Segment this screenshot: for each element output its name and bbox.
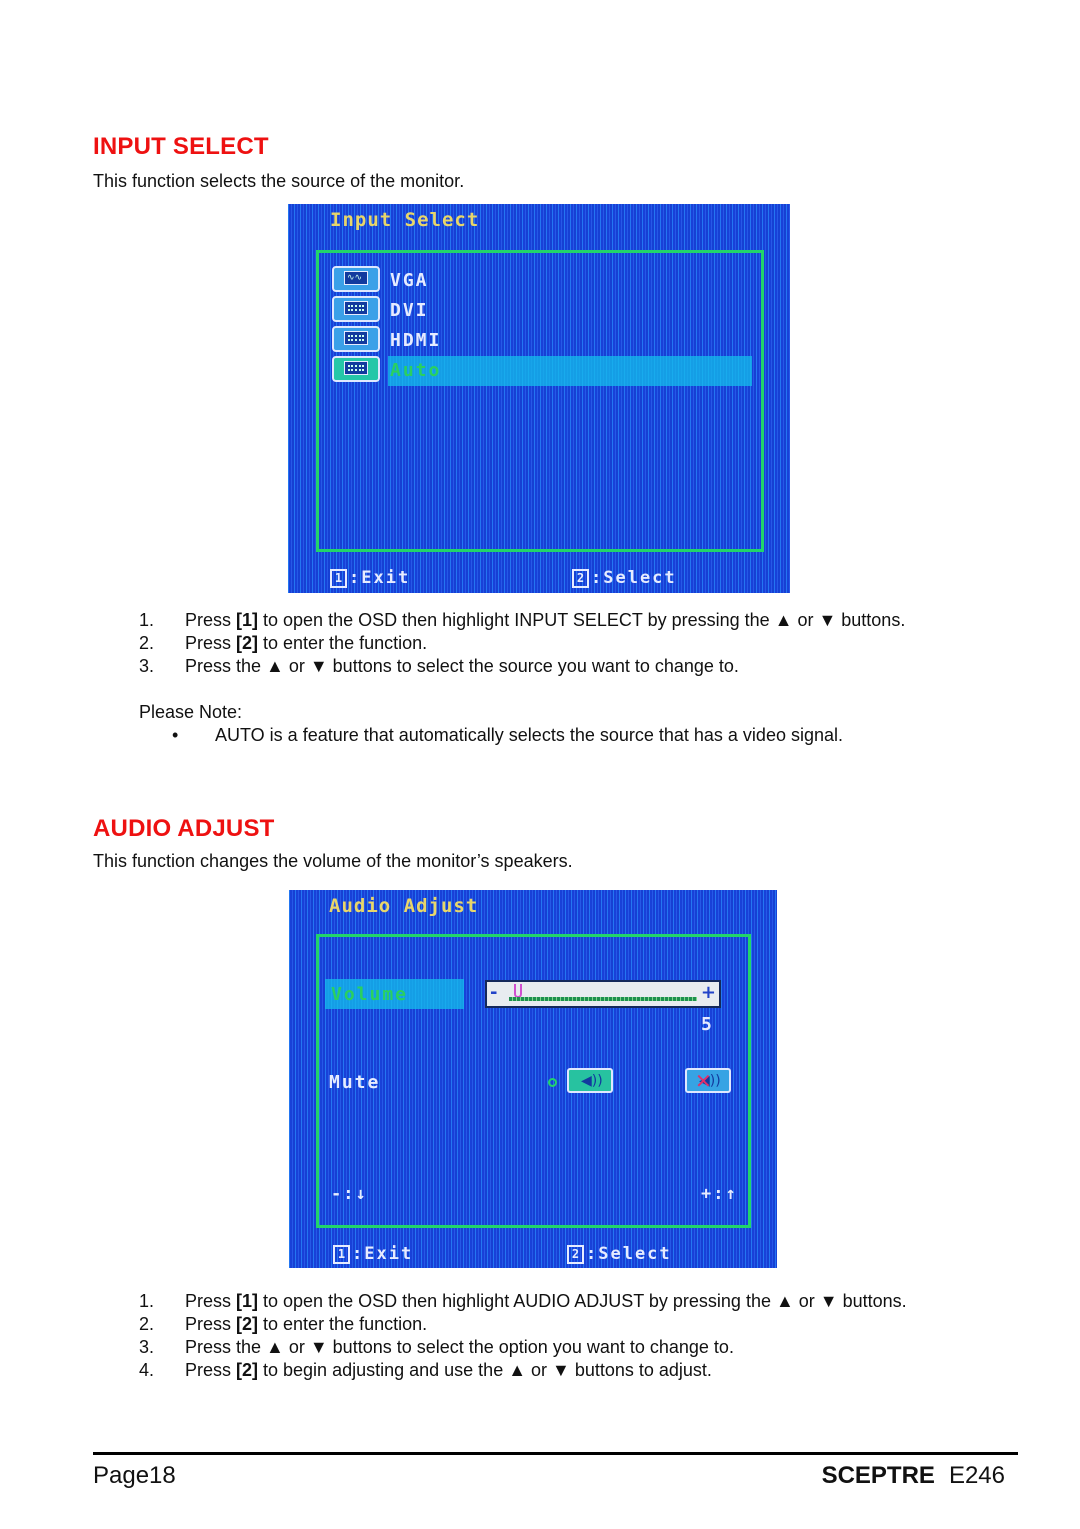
- footer-brand-model: SCEPTRE E246: [822, 1462, 1005, 1490]
- osd-frame: [316, 250, 764, 552]
- volume-value: 5: [701, 1014, 714, 1035]
- note-label: Please Note:: [139, 702, 243, 722]
- osd-select-hint: 2:Select: [572, 568, 677, 588]
- step-item: 2. Press [2] to enter the function.: [139, 1314, 428, 1334]
- note-bullet: •: [172, 725, 179, 745]
- step-item: 1. Press [1] to open the OSD then highlig…: [139, 610, 906, 630]
- osd-title: Audio Adjust: [329, 895, 479, 917]
- auto-monitor-icon: [332, 356, 380, 382]
- osd-option-auto: Auto: [390, 360, 442, 381]
- osd-option-hdmi: HDMI: [390, 330, 442, 351]
- audio-adjust-intro: This function changes the volume of the …: [93, 851, 573, 871]
- volume-minus-icon: -: [490, 982, 498, 1003]
- audio-adjust-steps: 1. Press [1] to open the OSD then highlig…: [139, 1290, 907, 1382]
- brand-name: SCEPTRE: [821, 1462, 935, 1489]
- speaker-on-icon: ◀)): [567, 1068, 613, 1093]
- volume-slider-thumb: [514, 984, 523, 998]
- select-label: :Select: [591, 568, 677, 588]
- step-item: 4. Press [2] to begin adjusting and use t…: [139, 1360, 712, 1380]
- exit-label: :Exit: [349, 568, 411, 588]
- osd-option-dvi: DVI: [390, 300, 429, 321]
- speaker-muted-icon: ◀)) ✕: [685, 1068, 731, 1093]
- mute-label: Mute: [329, 1072, 381, 1093]
- audio-adjust-osd-screenshot: Audio Adjust Volume - + 5 Mute ◀)) ◀)) ✕ …: [289, 890, 777, 1268]
- page-number: Page18: [93, 1462, 176, 1489]
- model-name: E246: [948, 1462, 1005, 1489]
- osd-exit-hint: 1:Exit: [333, 1244, 413, 1264]
- key-1-icon: 1: [333, 1245, 350, 1264]
- audio-adjust-heading: AUDIO ADJUST: [93, 815, 275, 842]
- osd-exit-hint: 1:Exit: [330, 568, 410, 588]
- input-select-intro: This function selects the source of the …: [93, 171, 465, 191]
- note-text: AUTO is a feature that automatically sel…: [215, 725, 843, 745]
- osd-selection-highlight: [388, 356, 752, 386]
- hdmi-monitor-icon: [332, 326, 380, 352]
- volume-slider: - +: [485, 980, 721, 1008]
- step-item: 3. Press the ▲ or ▼ buttons to select the…: [139, 1337, 734, 1357]
- osd-option-vga: VGA: [390, 270, 429, 291]
- footer-divider: [93, 1452, 1018, 1455]
- volume-label: Volume: [331, 984, 409, 1005]
- input-select-heading: INPUT SELECT: [93, 133, 269, 160]
- select-label: :Select: [586, 1244, 672, 1264]
- key-2-icon: 2: [567, 1245, 584, 1264]
- input-select-osd-screenshot: Input Select ∿∿ VGA DVI HDMI Auto 1:Exit…: [288, 204, 790, 593]
- volume-down-hint: -:↓: [331, 1184, 368, 1204]
- exit-label: :Exit: [352, 1244, 414, 1264]
- key-1-icon: 1: [330, 569, 347, 588]
- step-item: 2. Press [2] to enter the function.: [139, 633, 428, 653]
- arrow-up-icon: ↑: [725, 1184, 738, 1204]
- volume-up-hint: +:↑: [701, 1184, 738, 1204]
- step-item: 3. Press the ▲ or ▼ buttons to select the…: [139, 656, 739, 676]
- key-2-icon: 2: [572, 569, 589, 588]
- volume-slider-track: [509, 997, 697, 1001]
- osd-title: Input Select: [330, 209, 480, 231]
- vga-monitor-icon: ∿∿: [332, 266, 380, 292]
- step-item: 1. Press [1] to open the OSD then highlig…: [139, 1291, 907, 1311]
- volume-plus-icon: +: [700, 982, 716, 1003]
- arrow-down-icon: ↓: [355, 1184, 368, 1204]
- osd-select-hint: 2:Select: [567, 1244, 672, 1264]
- mute-radio-icon: [548, 1078, 557, 1087]
- dvi-monitor-icon: [332, 296, 380, 322]
- input-select-steps: 1. Press [1] to open the OSD then highlig…: [139, 609, 905, 678]
